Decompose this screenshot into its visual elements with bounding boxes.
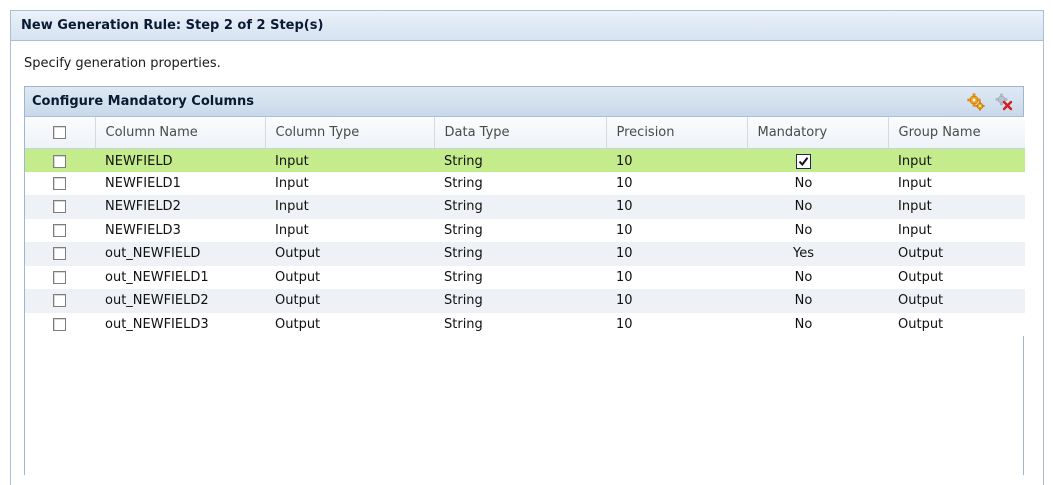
column-type-cell: Output [265, 289, 434, 313]
group-name-cell: Input [888, 218, 1025, 242]
mandatory-columns-panel: Configure Mandatory Columns Column Name … [24, 86, 1025, 475]
precision-cell: 10 [606, 265, 747, 289]
group-name-cell: Input [888, 195, 1025, 219]
mandatory-cell[interactable]: No [747, 171, 888, 195]
row-checkbox[interactable] [53, 223, 66, 237]
mandatory-cell[interactable]: No [747, 289, 888, 313]
column-name-cell: out_NEWFIELD1 [95, 265, 265, 289]
mandatory-cell[interactable]: Yes [747, 242, 888, 266]
column-type-cell: Output [265, 265, 434, 289]
row-checkbox[interactable] [53, 294, 66, 308]
table-body: NEWFIELD Input String 10 Input NEWFIELD1… [25, 148, 1025, 336]
column-type-header[interactable]: Column Type [265, 117, 435, 149]
instructions-text: Specify generation properties. [24, 56, 221, 71]
table-row[interactable]: out_NEWFIELD Output String 10 Yes Output [25, 242, 1025, 266]
column-name-cell: out_NEWFIELD2 [95, 289, 265, 313]
row-checkbox[interactable] [53, 155, 66, 168]
row-checkbox[interactable] [53, 176, 66, 190]
group-name-cell: Output [888, 242, 1025, 266]
mandatory-cell[interactable]: No [747, 312, 888, 336]
row-checkbox[interactable] [53, 247, 66, 261]
dialog-title: New Generation Rule: Step 2 of 2 Step(s) [11, 11, 1043, 41]
column-type-cell: Input [265, 148, 434, 172]
group-name-cell: Output [888, 312, 1025, 336]
row-checkbox[interactable] [53, 200, 66, 214]
precision-cell: 10 [606, 171, 747, 195]
table-row[interactable]: out_NEWFIELD3 Output String 10 No Output [25, 312, 1025, 336]
data-type-cell: String [434, 289, 606, 313]
column-type-cell: Output [265, 242, 434, 266]
data-type-cell: String [434, 312, 606, 336]
row-select-cell[interactable] [25, 265, 95, 289]
group-name-cell: Input [888, 148, 1025, 172]
data-type-cell: String [434, 148, 606, 172]
mandatory-cell[interactable] [747, 148, 888, 172]
panel-header: Configure Mandatory Columns [25, 87, 1023, 117]
row-checkbox[interactable] [53, 270, 66, 284]
table-header-row: Column Name Column Type Data Type Precis… [25, 117, 1025, 149]
panel-title: Configure Mandatory Columns [32, 94, 254, 109]
table-row[interactable]: NEWFIELD1 Input String 10 No Input [25, 171, 1025, 195]
column-type-cell: Input [265, 171, 434, 195]
mandatory-cell[interactable]: No [747, 195, 888, 219]
table-row[interactable]: NEWFIELD Input String 10 Input [25, 148, 1025, 172]
mandatory-cell[interactable]: No [747, 218, 888, 242]
data-type-header[interactable]: Data Type [434, 117, 607, 149]
column-name-cell: NEWFIELD3 [95, 218, 265, 242]
column-type-cell: Input [265, 195, 434, 219]
row-select-cell[interactable] [25, 289, 95, 313]
column-name-cell: out_NEWFIELD [95, 242, 265, 266]
columns-table: Column Name Column Type Data Type Precis… [25, 117, 1025, 336]
column-name-header[interactable]: Column Name [95, 117, 266, 149]
row-select-cell[interactable] [25, 148, 95, 172]
data-type-cell: String [434, 195, 606, 219]
precision-header[interactable]: Precision [606, 117, 748, 149]
column-type-cell: Output [265, 312, 434, 336]
panel-toolbar [967, 93, 1013, 111]
column-name-cell: NEWFIELD2 [95, 195, 265, 219]
column-type-cell: Input [265, 218, 434, 242]
group-name-cell: Input [888, 171, 1025, 195]
mandatory-cell[interactable]: No [747, 265, 888, 289]
precision-cell: 10 [606, 242, 747, 266]
group-name-cell: Output [888, 289, 1025, 313]
column-name-cell: NEWFIELD [95, 148, 265, 172]
mandatory-header[interactable]: Mandatory [747, 117, 889, 149]
column-name-cell: out_NEWFIELD3 [95, 312, 265, 336]
row-select-cell[interactable] [25, 242, 95, 266]
table-row[interactable]: out_NEWFIELD2 Output String 10 No Output [25, 289, 1025, 313]
data-type-cell: String [434, 265, 606, 289]
row-select-cell[interactable] [25, 312, 95, 336]
row-select-cell[interactable] [25, 171, 95, 195]
row-select-cell[interactable] [25, 195, 95, 219]
select-all-header[interactable] [25, 117, 96, 149]
data-type-cell: String [434, 242, 606, 266]
data-type-cell: String [434, 171, 606, 195]
row-select-cell[interactable] [25, 218, 95, 242]
data-type-cell: String [434, 218, 606, 242]
delete-icon[interactable] [995, 93, 1013, 111]
group-name-cell: Output [888, 265, 1025, 289]
column-name-cell: NEWFIELD1 [95, 171, 265, 195]
table-row[interactable]: NEWFIELD3 Input String 10 No Input [25, 218, 1025, 242]
select-all-checkbox[interactable] [52, 125, 66, 139]
precision-cell: 10 [606, 195, 747, 219]
table-row[interactable]: out_NEWFIELD1 Output String 10 No Output [25, 265, 1025, 289]
precision-cell: 10 [606, 218, 747, 242]
group-name-header[interactable]: Group Name [888, 117, 1025, 149]
precision-cell: 10 [606, 312, 747, 336]
configure-gear-icon[interactable] [967, 93, 985, 111]
precision-cell: 10 [606, 289, 747, 313]
mandatory-checkbox[interactable] [796, 154, 811, 169]
row-checkbox[interactable] [53, 317, 66, 331]
precision-cell: 10 [606, 148, 747, 172]
table-row[interactable]: NEWFIELD2 Input String 10 No Input [25, 195, 1025, 219]
